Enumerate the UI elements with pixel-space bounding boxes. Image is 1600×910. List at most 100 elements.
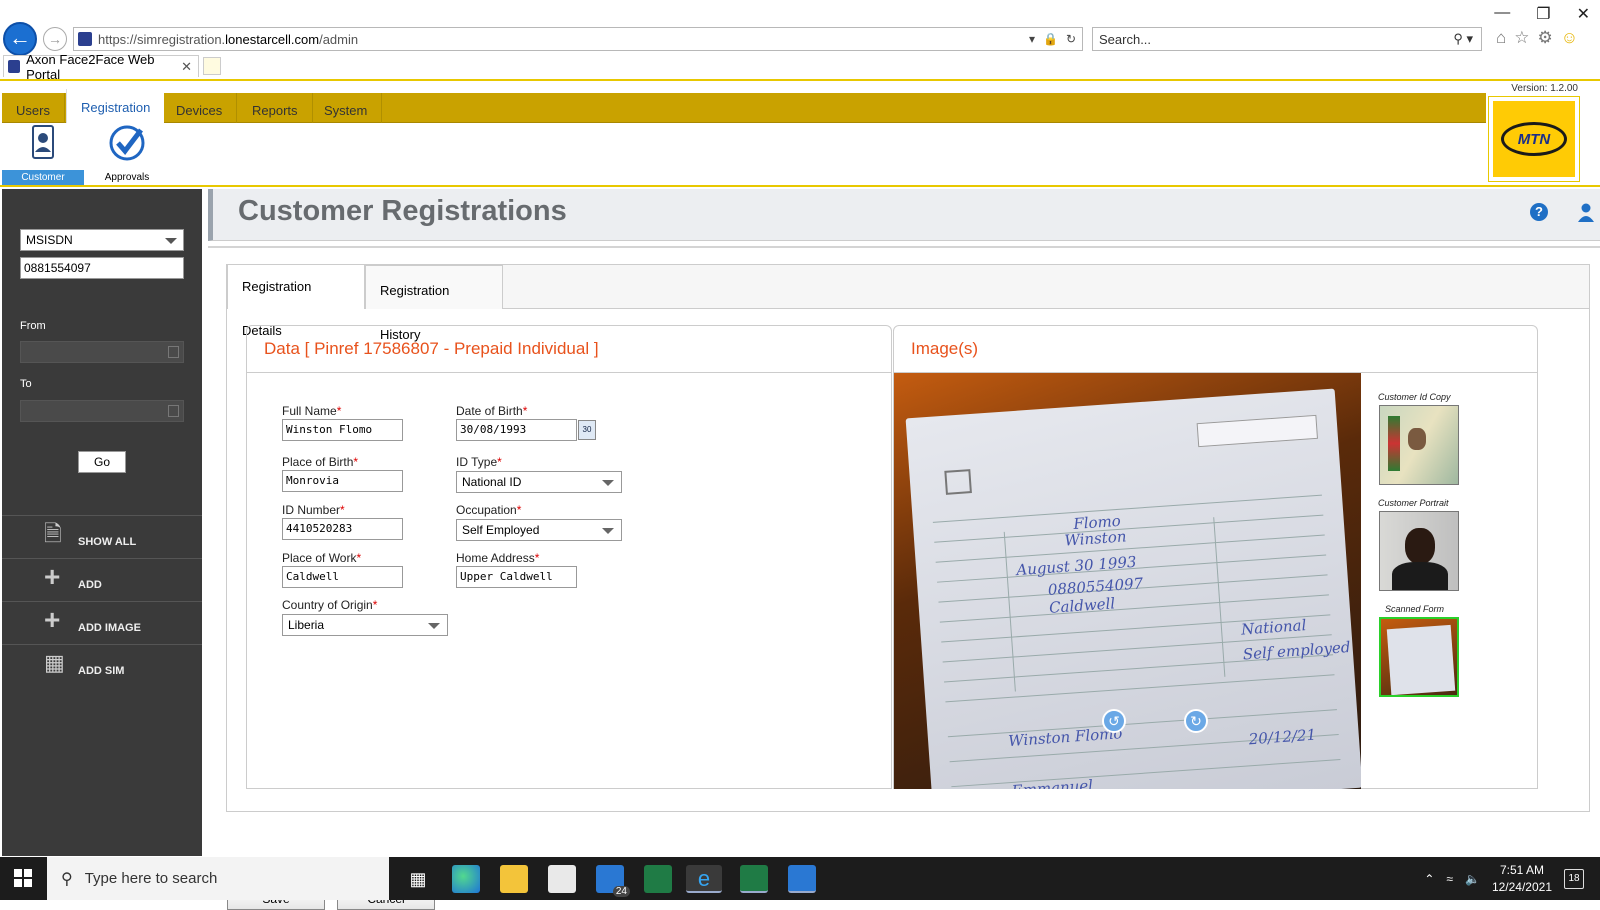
restore-icon[interactable]: ❐: [1536, 4, 1550, 24]
browser-tab[interactable]: Axon Face2Face Web Portal ✕: [3, 52, 199, 82]
menu-registration[interactable]: Registration: [66, 89, 165, 125]
full-name-label: Full Name*: [282, 404, 342, 418]
home-icon[interactable]: ⌂: [1496, 28, 1506, 48]
clock-time: 7:51 AM: [1499, 862, 1544, 877]
chevron-up-icon[interactable]: ⌃: [1424, 872, 1434, 886]
file-explorer-icon[interactable]: [500, 865, 528, 893]
rotate-right-icon[interactable]: ↻: [1184, 709, 1208, 733]
submenu-approvals-label: Approvals: [104, 172, 150, 183]
pow-field[interactable]: Caldwell: [282, 566, 403, 588]
tab-registration-details[interactable]: Registration Details: [227, 264, 365, 338]
go-button[interactable]: Go: [78, 451, 126, 473]
search-icon[interactable]: ⚲ ▾: [1453, 31, 1481, 47]
close-tab-icon[interactable]: ✕: [181, 59, 198, 75]
pow-label: Place of Work*: [282, 551, 362, 565]
sidebar-item-add-sim[interactable]: ▦ ADD SIM: [2, 644, 202, 686]
scanned-form-thumbnail[interactable]: [1379, 617, 1459, 697]
divider: [208, 246, 1600, 248]
tab-registration-history[interactable]: Registration History: [365, 265, 503, 342]
store-icon[interactable]: [548, 865, 576, 893]
occupation-select[interactable]: Self Employed: [456, 519, 622, 541]
to-date-input[interactable]: [20, 400, 184, 422]
user-icon[interactable]: [1578, 202, 1594, 222]
from-date-input[interactable]: [20, 341, 184, 363]
help-icon[interactable]: ?: [1530, 203, 1548, 221]
page-title: Customer Registrations: [238, 195, 567, 227]
thumb-label: Customer Portrait: [1378, 498, 1449, 508]
sim-card-icon: ▦: [44, 650, 65, 675]
title-bar: Customer Registrations ?: [208, 189, 1600, 241]
gear-icon[interactable]: ⚙: [1538, 28, 1553, 48]
new-tab-button[interactable]: [203, 57, 221, 75]
country-select[interactable]: Liberia: [282, 614, 448, 636]
customer-portrait-thumbnail[interactable]: [1379, 511, 1459, 591]
excel-icon[interactable]: [644, 865, 672, 893]
menu-reports[interactable]: Reports: [238, 93, 313, 123]
full-name-field[interactable]: Winston Flomo: [282, 419, 403, 441]
plus-icon: +: [44, 561, 61, 592]
sidebar-item-add-image[interactable]: + ADD IMAGE: [2, 601, 202, 643]
browser-search-input[interactable]: Search... ⚲ ▾: [1092, 27, 1482, 51]
calendar-icon[interactable]: [168, 346, 179, 358]
sidebar-item-label: ADD SIM: [78, 665, 125, 677]
country-label: Country of Origin*: [282, 598, 378, 612]
dropdown-icon[interactable]: ▾: [1029, 32, 1035, 46]
rotate-left-icon[interactable]: ↺: [1102, 709, 1126, 733]
excel-running-icon[interactable]: [740, 865, 768, 893]
document-icon: 🗎: [44, 521, 62, 546]
dob-field[interactable]: 30/08/1993: [456, 419, 577, 441]
photos-icon[interactable]: [788, 865, 816, 893]
pob-field[interactable]: Monrovia: [282, 470, 403, 492]
submenu-customer[interactable]: Customer: [2, 123, 84, 185]
smiley-icon[interactable]: ☺: [1561, 28, 1578, 48]
forward-button[interactable]: →: [43, 27, 67, 51]
edge-icon[interactable]: [452, 865, 480, 893]
id-type-select[interactable]: National ID: [456, 471, 622, 493]
minimize-icon[interactable]: —: [1494, 4, 1510, 24]
sidebar-item-add[interactable]: + ADD: [2, 558, 202, 600]
mail-icon[interactable]: 24: [596, 865, 630, 897]
plus-icon: +: [44, 604, 61, 635]
id-number-field[interactable]: 4410520283: [282, 518, 403, 540]
submenu-approvals[interactable]: Approvals: [86, 123, 168, 185]
to-label: To: [20, 378, 32, 390]
menu-users[interactable]: Users: [2, 93, 65, 123]
chevron-down-icon: [428, 623, 440, 629]
menu-devices[interactable]: Devices: [162, 93, 238, 123]
clock-date: 12/24/2021: [1491, 879, 1552, 894]
registration-panel: Registration Details Registration Histor…: [226, 264, 1590, 910]
msisdn-input[interactable]: 0881554097: [20, 257, 184, 279]
notifications-icon[interactable]: 18: [1564, 868, 1584, 889]
taskbar-search-placeholder: Type here to search: [84, 870, 218, 887]
mtn-logo: MTN: [1488, 96, 1580, 182]
system-tray: ⌃ ≈ 🔈 7:51 AM 12/24/2021 18: [1424, 857, 1600, 900]
clock[interactable]: 7:51 AM 12/24/2021: [1492, 862, 1552, 896]
sidebar-item-show-all[interactable]: 🗎 SHOW ALL: [2, 515, 202, 557]
volume-icon[interactable]: 🔈: [1465, 872, 1480, 886]
tab-favicon-icon: [8, 60, 21, 73]
search-type-value: MSISDN: [26, 233, 73, 247]
home-address-label: Home Address*: [456, 551, 540, 565]
calendar-icon[interactable]: 30: [578, 420, 596, 440]
close-window-icon[interactable]: ✕: [1577, 4, 1590, 24]
search-placeholder: Search...: [1099, 31, 1152, 47]
calendar-icon[interactable]: [168, 405, 179, 417]
customer-id-thumbnail[interactable]: [1379, 405, 1459, 485]
lock-icon[interactable]: 🔒: [1043, 32, 1058, 46]
star-icon[interactable]: ☆: [1514, 28, 1529, 48]
home-address-field[interactable]: Upper Caldwell: [456, 566, 577, 588]
refresh-icon[interactable]: ↻: [1066, 32, 1076, 46]
paper-form-image: Flomo Winston August 30 1993 0880554097 …: [905, 388, 1361, 789]
browser-chrome: — ❐ ✕ ← → https://simregistration.lonest…: [0, 0, 1600, 82]
task-view-icon[interactable]: ▦: [404, 865, 432, 893]
windows-start-icon[interactable]: [14, 869, 32, 887]
menu-system[interactable]: System: [310, 93, 383, 123]
wifi-icon[interactable]: ≈: [1446, 872, 1453, 886]
mtn-logo-text: MTN: [1501, 122, 1567, 156]
address-bar[interactable]: https://simregistration.lonestarcell.com…: [73, 27, 1083, 51]
version-label: Version: 1.2.00: [1511, 83, 1578, 94]
taskbar-search[interactable]: ⚲ Type here to search: [47, 857, 389, 900]
internet-explorer-icon[interactable]: e: [686, 865, 722, 893]
window-controls: — ❐ ✕: [1494, 4, 1590, 24]
search-type-select[interactable]: MSISDN: [20, 229, 184, 251]
